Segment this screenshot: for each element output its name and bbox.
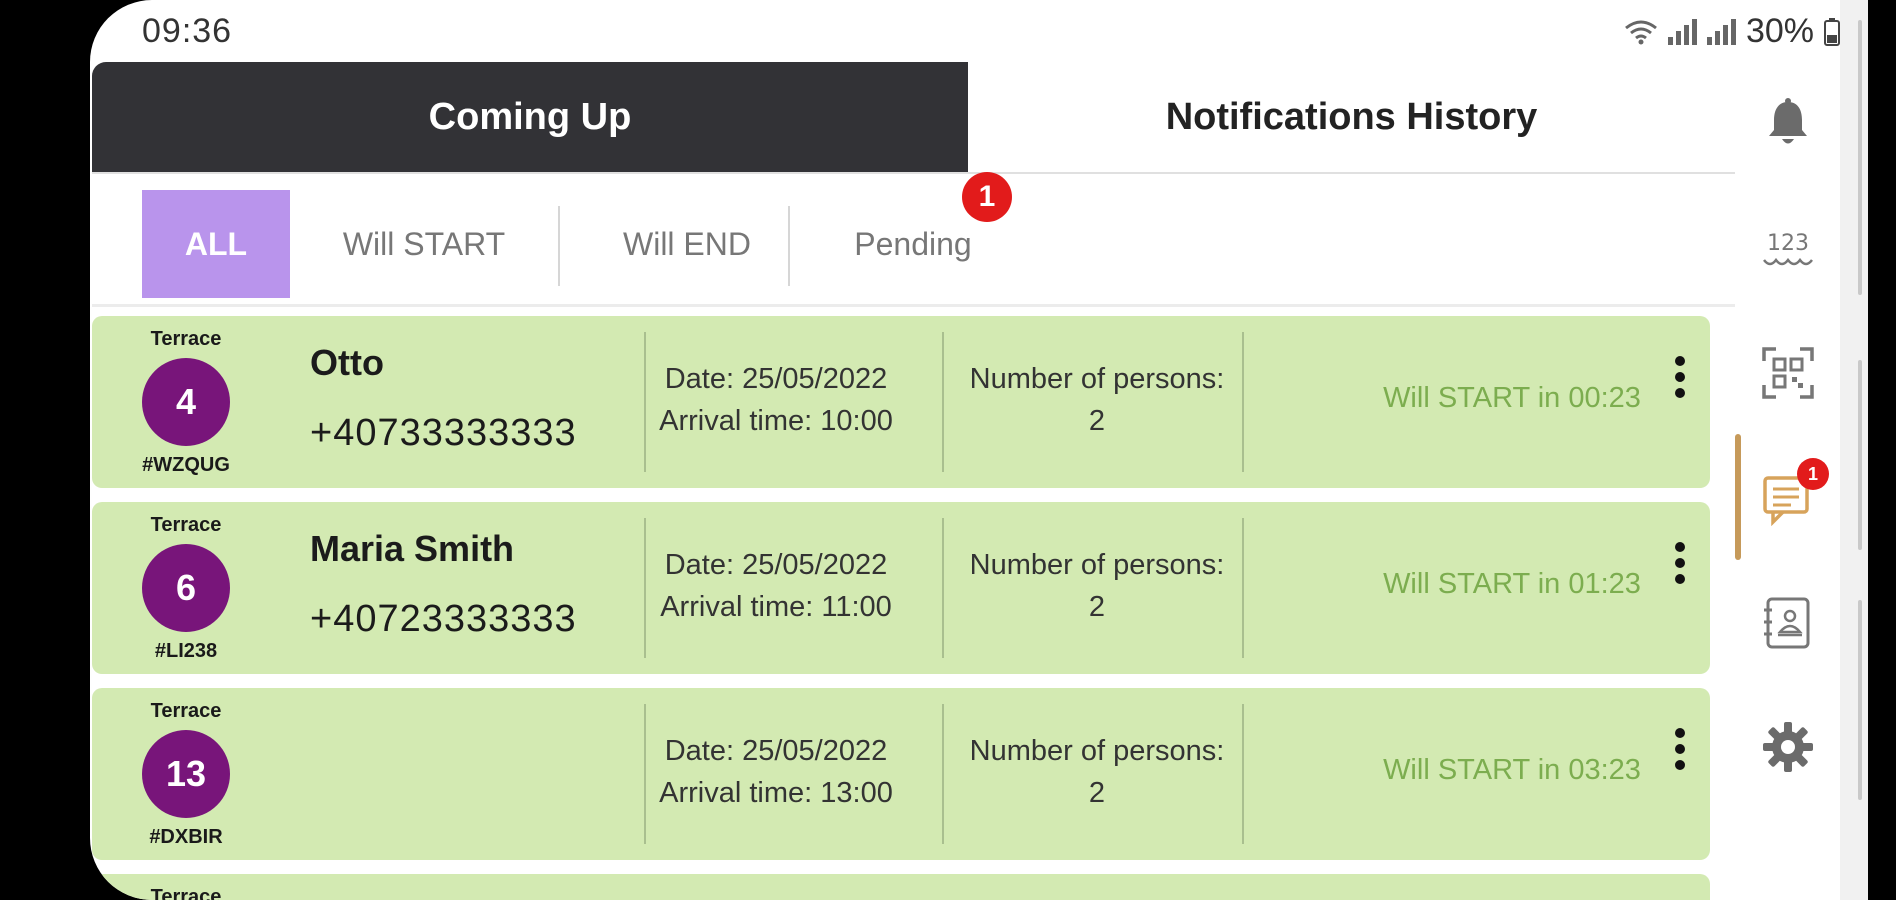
reservation-date: Date: 25/05/2022 bbox=[664, 549, 888, 581]
arrival-time: Arrival time: 13:00 bbox=[659, 777, 893, 809]
notifications-nav[interactable] bbox=[1735, 68, 1840, 178]
persons-block: Number of persons: 2 bbox=[948, 358, 1246, 442]
reservation-code: #DXBIR bbox=[149, 826, 223, 848]
reservation-row-partial[interactable]: Terrace bbox=[92, 874, 1710, 900]
filter-will-end[interactable]: Will END bbox=[592, 190, 782, 298]
reservation-code: #LI238 bbox=[154, 640, 218, 662]
column-divider bbox=[942, 332, 944, 472]
tab-notifications-history[interactable]: Notifications History bbox=[968, 62, 1735, 172]
table-number: 4 bbox=[142, 358, 230, 446]
guest-name: Otto bbox=[310, 342, 384, 383]
filter-divider bbox=[788, 206, 790, 286]
column-divider bbox=[1242, 518, 1244, 658]
qr-code-icon bbox=[1761, 347, 1814, 399]
date-block: Date: 25/05/2022 Arrival time: 13:00 bbox=[648, 730, 904, 814]
reservation-status: Will START in 00:23 bbox=[1383, 382, 1641, 414]
persons-count: 2 bbox=[1088, 591, 1106, 623]
waiter-book-nav[interactable] bbox=[1735, 568, 1840, 678]
tab-coming-up[interactable]: Coming Up bbox=[92, 62, 968, 172]
reservation-date: Date: 25/05/2022 bbox=[664, 363, 888, 395]
reservation-row[interactable]: Terrace 6 #LI238 Maria Smith +4072333333… bbox=[92, 502, 1710, 674]
persons-label: Number of persons: bbox=[969, 735, 1225, 767]
bell-icon bbox=[1768, 98, 1807, 144]
persons-block: Number of persons: 2 bbox=[948, 730, 1246, 814]
status-bar: 09:36 30% bbox=[90, 0, 1840, 60]
signal-icon-2 bbox=[1706, 18, 1736, 45]
waiter-book-icon bbox=[1763, 597, 1809, 649]
filter-will-start[interactable]: Will START bbox=[324, 190, 524, 298]
persons-count: 2 bbox=[1088, 777, 1106, 809]
table-number: 13 bbox=[142, 730, 230, 818]
settings-nav[interactable] bbox=[1735, 692, 1840, 802]
edge-panel bbox=[1840, 0, 1868, 900]
status-time: 09:36 bbox=[142, 12, 233, 50]
guest-phone: +40733333333 bbox=[310, 412, 577, 454]
zone-label: Terrace bbox=[150, 700, 222, 722]
column-divider bbox=[1242, 704, 1244, 844]
zone-label: Terrace bbox=[150, 328, 222, 350]
reservations-nav[interactable]: 1 bbox=[1735, 444, 1840, 554]
more-options-icon[interactable] bbox=[1670, 542, 1690, 596]
wifi-icon bbox=[1625, 20, 1657, 44]
persons-label: Number of persons: bbox=[969, 363, 1225, 395]
battery-icon bbox=[1824, 17, 1840, 46]
more-options-icon[interactable] bbox=[1670, 356, 1690, 410]
reservation-date: Date: 25/05/2022 bbox=[664, 735, 888, 767]
reservation-row[interactable]: Terrace 13 #DXBIR Date: 25/05/2022 Arriv… bbox=[92, 688, 1710, 860]
reservations-badge: 1 bbox=[1797, 458, 1829, 490]
gear-icon bbox=[1762, 722, 1813, 772]
more-options-icon[interactable] bbox=[1670, 728, 1690, 782]
column-divider bbox=[644, 704, 646, 844]
persons-count: 2 bbox=[1088, 405, 1106, 437]
device-screen: 09:36 30% Coming Up Notifications Histor… bbox=[90, 0, 1868, 900]
side-navigation: 123 1 bbox=[1735, 62, 1840, 900]
column-divider bbox=[644, 332, 646, 472]
column-divider bbox=[644, 518, 646, 658]
reservation-status: Will START in 03:23 bbox=[1383, 754, 1641, 786]
numbers-icon: 123 bbox=[1762, 231, 1813, 266]
guest-phone: +40723333333 bbox=[310, 598, 577, 640]
column-divider bbox=[942, 518, 944, 658]
date-block: Date: 25/05/2022 Arrival time: 11:00 bbox=[648, 544, 904, 628]
persons-block: Number of persons: 2 bbox=[948, 544, 1246, 628]
signal-icon bbox=[1667, 18, 1697, 45]
column-divider bbox=[1242, 332, 1244, 472]
guest-name: Maria Smith bbox=[310, 528, 515, 569]
filter-bar: ALL Will START Will END Pending 1 bbox=[92, 172, 1735, 307]
pending-count-badge: 1 bbox=[962, 172, 1012, 222]
tab-bar: Coming Up Notifications History bbox=[92, 62, 1735, 174]
waitlist-nav[interactable]: 123 bbox=[1735, 194, 1840, 304]
reservation-status: Will START in 01:23 bbox=[1383, 568, 1641, 600]
battery-percent: 30% bbox=[1745, 12, 1814, 50]
qr-scan-nav[interactable] bbox=[1735, 318, 1840, 428]
filter-all[interactable]: ALL bbox=[142, 190, 290, 298]
filter-divider bbox=[558, 206, 560, 286]
reservation-code: #WZQUG bbox=[142, 454, 230, 476]
column-divider bbox=[942, 704, 944, 844]
status-icons: 30% bbox=[1624, 12, 1840, 51]
reservation-row[interactable]: Terrace 4 #WZQUG Otto +40733333333 Date:… bbox=[92, 316, 1710, 488]
table-number: 6 bbox=[142, 544, 230, 632]
date-block: Date: 25/05/2022 Arrival time: 10:00 bbox=[648, 358, 904, 442]
zone-label: Terrace bbox=[150, 886, 222, 900]
zone-label: Terrace bbox=[150, 514, 222, 536]
arrival-time: Arrival time: 11:00 bbox=[660, 591, 892, 623]
arrival-time: Arrival time: 10:00 bbox=[659, 405, 893, 437]
persons-label: Number of persons: bbox=[969, 549, 1225, 581]
svg-text:123: 123 bbox=[1767, 231, 1809, 256]
